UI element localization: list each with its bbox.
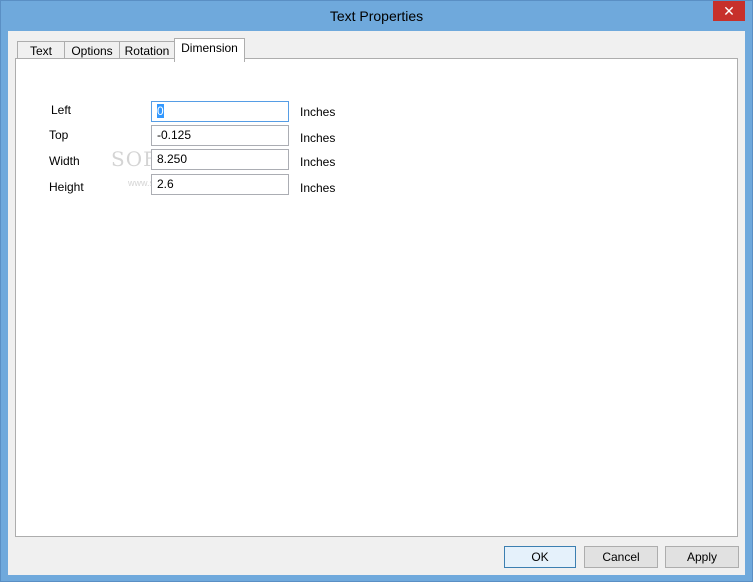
- left-input[interactable]: 0: [151, 101, 289, 122]
- tab-dimension[interactable]: Dimension: [174, 38, 245, 62]
- close-icon: ✕: [723, 3, 735, 19]
- window-title: Text Properties: [329, 8, 424, 24]
- height-unit: Inches: [300, 181, 336, 195]
- height-label: Height: [49, 180, 84, 194]
- top-input[interactable]: -0.125: [151, 125, 289, 146]
- width-label: Width: [49, 154, 80, 168]
- title-bar[interactable]: Text Properties ✕: [1, 1, 752, 31]
- height-input[interactable]: 2.6: [151, 174, 289, 195]
- ok-button[interactable]: OK: [504, 546, 576, 568]
- dialog-window: Text Properties ✕ Text Options Rotation …: [0, 0, 753, 582]
- left-label: Left: [51, 103, 72, 117]
- cancel-button[interactable]: Cancel: [584, 546, 658, 568]
- width-input[interactable]: 8.250: [151, 149, 289, 170]
- left-unit: Inches: [300, 105, 336, 119]
- close-button[interactable]: ✕: [713, 1, 745, 21]
- left-value: 0: [157, 104, 164, 118]
- top-label: Top: [49, 128, 69, 142]
- width-unit: Inches: [300, 155, 336, 169]
- top-unit: Inches: [300, 131, 336, 145]
- apply-button[interactable]: Apply: [665, 546, 739, 568]
- dialog-client-area: Text Options Rotation Dimension SOFTPEDI…: [8, 31, 745, 575]
- dimension-panel: SOFTPEDIA www.softpedia.com Left 0 Inche…: [15, 58, 738, 537]
